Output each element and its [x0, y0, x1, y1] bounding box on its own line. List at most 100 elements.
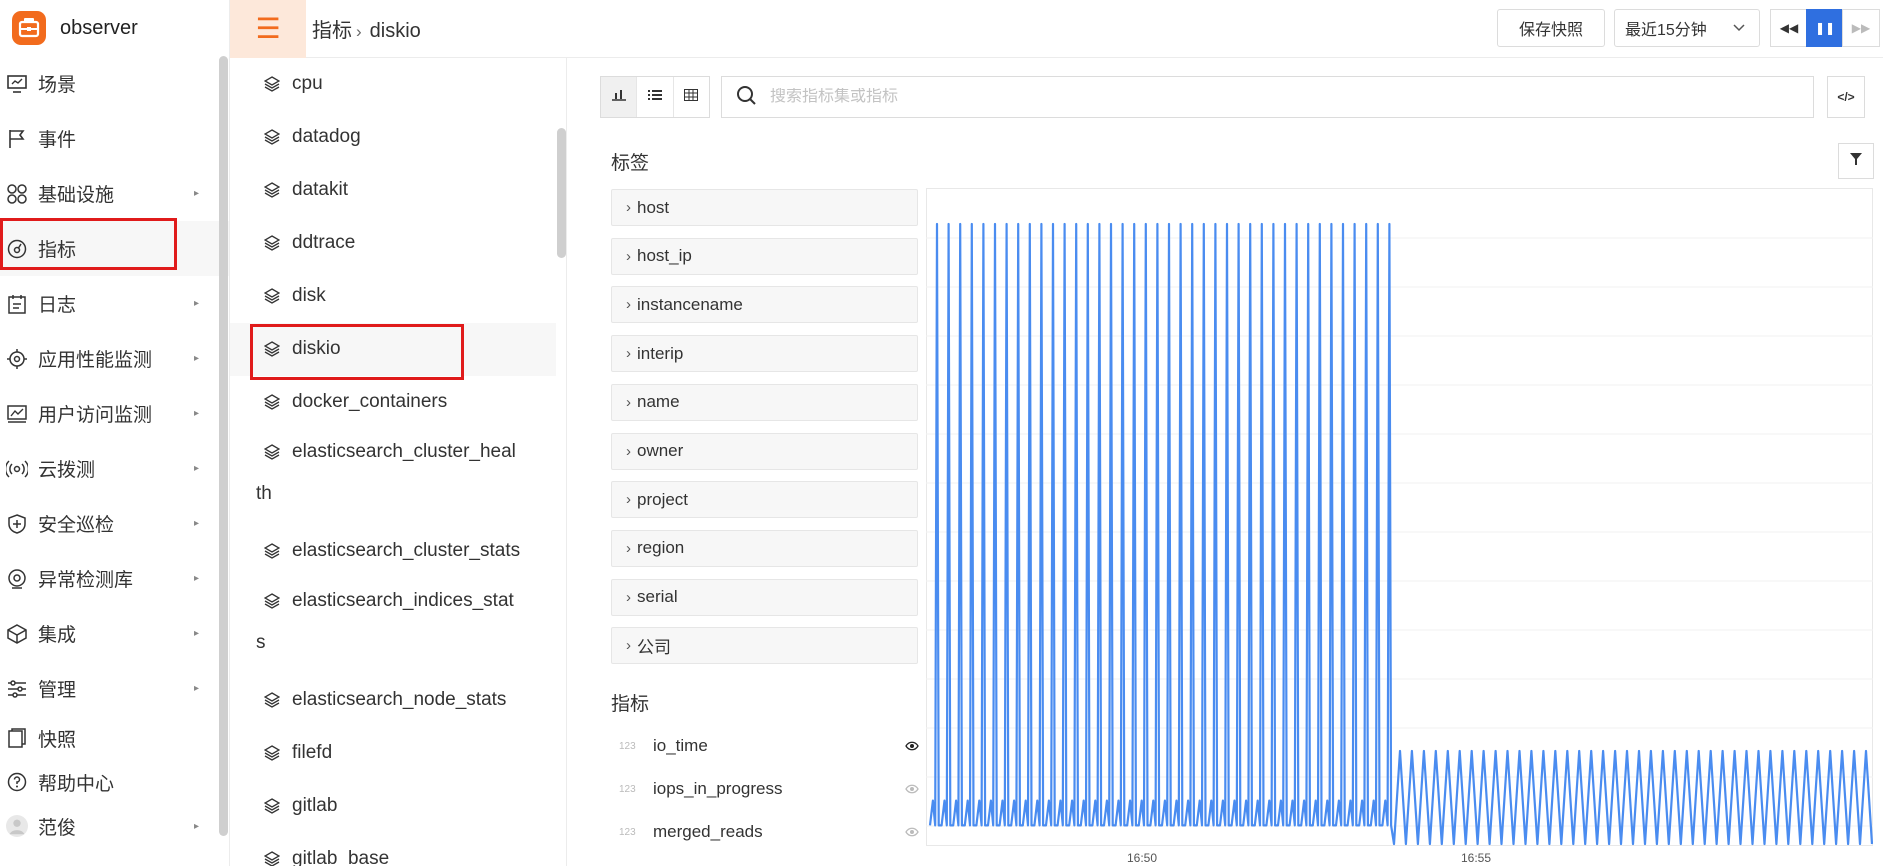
chevron-right-icon: › — [626, 393, 631, 411]
sliders-icon — [6, 678, 28, 700]
view-toggle — [600, 76, 710, 118]
table-view-button[interactable] — [674, 77, 709, 117]
tag-name: interip — [637, 343, 684, 363]
metric-set-name-wrap: s — [256, 632, 266, 653]
metric-name: iops_in_progress — [653, 779, 783, 798]
layers-icon — [264, 580, 282, 622]
metric-set-item[interactable]: disk — [230, 270, 566, 323]
sidebar-item-5[interactable]: 应用性能监测 ▸ — [0, 331, 229, 386]
metric-set-item[interactable]: gitlab — [230, 780, 566, 833]
apm-icon — [6, 348, 28, 370]
metric-set-item[interactable]: filefd — [230, 727, 566, 780]
sidebar-item-label: 快照 — [38, 729, 77, 751]
cube-icon — [6, 623, 28, 645]
metric-item[interactable]: 123 merged_reads — [619, 817, 919, 847]
layers-icon — [264, 679, 282, 721]
sidebar-scrollbar[interactable] — [219, 56, 228, 836]
metric-set-name: gitlab — [292, 795, 338, 816]
tag-group[interactable]: › name — [611, 383, 918, 421]
sidebar-item-2[interactable]: 基础设施 ▸ — [0, 166, 229, 221]
layers-icon — [264, 169, 282, 211]
metric-search-box — [721, 76, 1814, 118]
metric-set-item[interactable]: datakit — [230, 164, 566, 217]
metric-set-name: gitlab_base — [292, 848, 390, 866]
menu-toggle-button[interactable]: ☰ — [230, 0, 306, 58]
caret-right-icon: ▸ — [193, 353, 199, 364]
breadcrumb: 指标 › diskio — [312, 14, 421, 43]
eye-icon[interactable] — [905, 779, 919, 799]
filter-icon — [1850, 152, 1862, 170]
chart-view-button[interactable] — [601, 77, 638, 117]
caret-right-icon: ▸ — [193, 820, 199, 832]
flag-icon — [6, 128, 28, 150]
eye-icon[interactable] — [905, 822, 919, 842]
sidebar-item-12[interactable]: 快照 — [0, 716, 229, 760]
metric-item[interactable]: 123 io_time — [619, 731, 919, 761]
tag-group[interactable]: › instancename — [611, 286, 918, 324]
chevron-right-icon: › — [626, 491, 631, 509]
sidebar-item-0[interactable]: 场景 — [0, 56, 229, 111]
sidebar-item-4[interactable]: 日志 ▸ — [0, 276, 229, 331]
metric-set-item[interactable]: ddtrace — [230, 217, 566, 270]
tag-group[interactable]: › region — [611, 529, 918, 567]
metric-item[interactable]: 123 iops_in_progress — [619, 774, 919, 804]
rewind-button[interactable]: ◀◀ — [1770, 9, 1808, 47]
breadcrumb-item-root[interactable]: 指标 — [312, 20, 352, 42]
metric-set-name: elasticsearch_node_stats — [292, 689, 507, 710]
bar-chart-icon — [611, 88, 626, 106]
metric-set-scrollbar[interactable] — [557, 128, 566, 258]
sidebar-item-label: 异常检测库 — [38, 570, 134, 591]
metric-set-item[interactable]: gitlab_base — [230, 833, 566, 866]
sidebar-item-6[interactable]: 用户访问监测 ▸ — [0, 386, 229, 441]
sidebar-item-7[interactable]: 云拨测 ▸ — [0, 441, 229, 496]
metric-set-item[interactable]: datadog — [230, 111, 566, 164]
dial-icon — [6, 458, 28, 480]
eye-icon[interactable] — [905, 736, 919, 756]
tag-group[interactable]: › owner — [611, 432, 918, 470]
sidebar-item-label: 基础设施 — [38, 185, 115, 206]
monitor-icon — [6, 568, 28, 590]
chevron-right-icon: › — [626, 588, 631, 606]
hamburger-icon: ☰ — [255, 13, 281, 44]
tag-group[interactable]: › 公司 — [611, 627, 918, 665]
highlight-box-diskio — [250, 324, 464, 380]
metric-set-item[interactable]: elasticsearch_indices_stats — [230, 578, 566, 674]
tag-group[interactable]: › host_ip — [611, 237, 918, 275]
metric-set-item[interactable]: docker_containers — [230, 376, 566, 429]
forward-button[interactable]: ▶▶ — [1842, 9, 1880, 47]
metric-set-item[interactable]: elasticsearch_cluster_stats — [230, 525, 566, 578]
pause-button[interactable]: ❚❚ — [1806, 9, 1844, 47]
metric-set-item[interactable]: cpu — [230, 58, 566, 111]
tag-group[interactable]: › host — [611, 189, 918, 226]
sidebar-item-8[interactable]: 安全巡检 ▸ — [0, 496, 229, 551]
caret-right-icon: ▸ — [193, 683, 199, 694]
sidebar-item-10[interactable]: 集成 ▸ — [0, 606, 229, 661]
metric-set-item[interactable]: elasticsearch_cluster_heal th — [230, 429, 566, 525]
tag-group[interactable]: › project — [611, 481, 918, 519]
sidebar-item-1[interactable]: 事件 — [0, 111, 229, 166]
save-snapshot-button[interactable]: 保存快照 — [1497, 9, 1605, 47]
rewind-icon: ◀◀ — [1779, 21, 1799, 35]
tag-group[interactable]: › serial — [611, 578, 918, 616]
metric-set-name: ddtrace — [292, 232, 356, 253]
logo-icon[interactable] — [12, 11, 46, 45]
code-button[interactable]: </> — [1827, 76, 1865, 118]
sidebar-item-9[interactable]: 异常检测库 ▸ — [0, 551, 229, 606]
sidebar-item-11[interactable]: 管理 ▸ — [0, 661, 229, 716]
chevron-right-icon: › — [626, 539, 631, 557]
sidebar-item-label: 安全巡检 — [38, 515, 115, 536]
list-view-button[interactable] — [637, 77, 674, 117]
metric-name: merged_reads — [653, 822, 763, 841]
metric-set-name-wrap: th — [256, 483, 272, 504]
chevron-right-icon: › — [626, 442, 631, 460]
metric-set-name: elasticsearch_indices_stat — [292, 590, 514, 611]
caret-right-icon: ▸ — [193, 298, 199, 309]
tag-group[interactable]: › interip — [611, 335, 918, 373]
sidebar-item-14[interactable]: 范俊 ▸ — [0, 804, 229, 848]
search-input[interactable] — [770, 88, 1670, 106]
tag-name: owner — [637, 441, 684, 460]
time-range-select[interactable]: 最近15分钟 — [1614, 9, 1760, 47]
filter-button[interactable] — [1838, 143, 1874, 179]
sidebar-item-13[interactable]: 帮助中心 — [0, 760, 229, 804]
metric-set-item[interactable]: elasticsearch_node_stats — [230, 674, 566, 727]
